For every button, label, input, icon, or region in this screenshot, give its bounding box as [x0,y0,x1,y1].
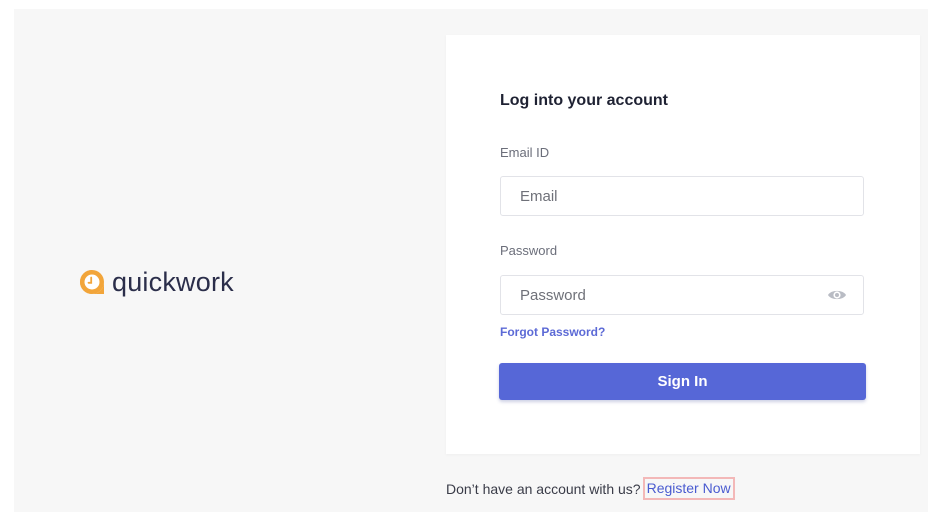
brand: quickwork [78,267,234,297]
brand-name: quickwork [112,267,234,297]
password-label: Password [500,243,558,258]
quickwork-logo-icon [78,268,106,296]
eye-icon[interactable] [827,288,847,302]
password-field[interactable] [520,276,820,314]
register-prompt-line: Don’t have an account with us? Register … [446,477,735,500]
email-field[interactable] [520,177,820,215]
register-prompt-text: Don’t have an account with us? [446,480,641,497]
password-field-container[interactable] [500,275,864,315]
email-label: Email ID [500,145,550,160]
email-field-container[interactable] [500,176,864,216]
login-card: Log into your account Email ID Password … [446,35,920,454]
sign-in-button[interactable]: Sign In [499,363,866,400]
register-now-link[interactable]: Register Now [642,477,735,500]
forgot-password-link[interactable]: Forgot Password? [500,325,605,339]
login-title: Log into your account [500,92,668,109]
